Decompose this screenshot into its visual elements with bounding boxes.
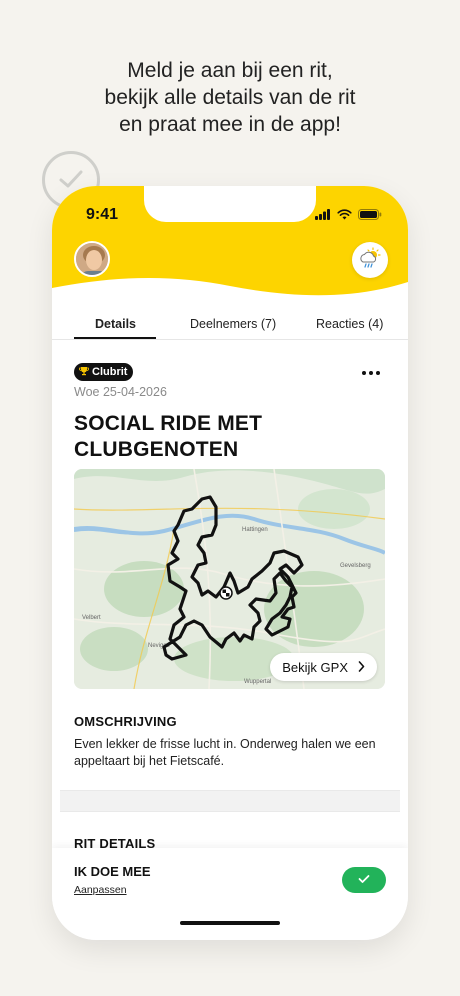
tab-bar: Details Deelnemers (7) Reacties (4) [52,312,408,340]
wifi-icon [337,207,352,225]
home-indicator [180,921,280,925]
edit-link[interactable]: Aanpassen [74,884,127,896]
active-tab-indicator [74,337,156,339]
promo-line-2: bekijk alle details van de rit [104,86,356,109]
view-gpx-label: Bekijk GPX [282,659,348,675]
status-icons [315,209,382,223]
start-finish-icon [219,586,233,600]
map-label: Gevelsberg [340,563,371,569]
description-text: Even lekker de frisse lucht in. Onderweg… [74,737,376,768]
chevron-right-icon [358,660,365,675]
phone-notch [144,186,316,222]
join-toggle[interactable] [342,867,386,893]
join-title: IK DOE MEE [74,864,151,879]
route-map[interactable]: Hattingen Velbert Neviges Wuppertal Geve… [74,469,385,689]
promo-text: Meld je aan bij een rit, bekijk alle det… [0,57,460,138]
section-divider [60,790,400,812]
badge-label: Clubrit [92,366,128,378]
map-label: Velbert [82,615,101,621]
map-label: Hattingen [242,527,268,533]
tab-details[interactable]: Details [95,317,136,331]
map-label: Wuppertal [244,679,271,685]
ride-title: SOCIAL RIDE MET CLUBGENOTEN [74,412,263,461]
clubrit-badge: Clubrit [74,363,134,381]
promo-line-3: en praat mee in de app! [119,113,341,136]
promo-line-1: Meld je aan bij een rit, [127,59,333,82]
avatar[interactable] [74,241,110,277]
signal-icon [315,207,331,225]
tab-reacties[interactable]: Reacties (4) [316,317,383,331]
join-bar: IK DOE MEE Aanpassen [52,848,408,940]
ride-date: Woe 25-04-2026 [74,385,167,399]
tab-deelnemers[interactable]: Deelnemers (7) [190,317,276,331]
header-wave [52,277,408,314]
battery-icon [358,207,382,225]
view-gpx-button[interactable]: Bekijk GPX [270,653,377,681]
status-time: 9:41 [86,206,119,223]
phone-frame: 9:41 Details Deelnemers (7) Reacties (4)… [52,186,408,940]
more-options-icon[interactable] [362,371,380,375]
weather-button[interactable] [352,242,388,278]
check-icon [358,871,370,889]
partly-cloudy-rain-icon [358,246,382,274]
trophy-icon [78,366,90,379]
description-heading: OMSCHRIJVING [74,714,177,729]
